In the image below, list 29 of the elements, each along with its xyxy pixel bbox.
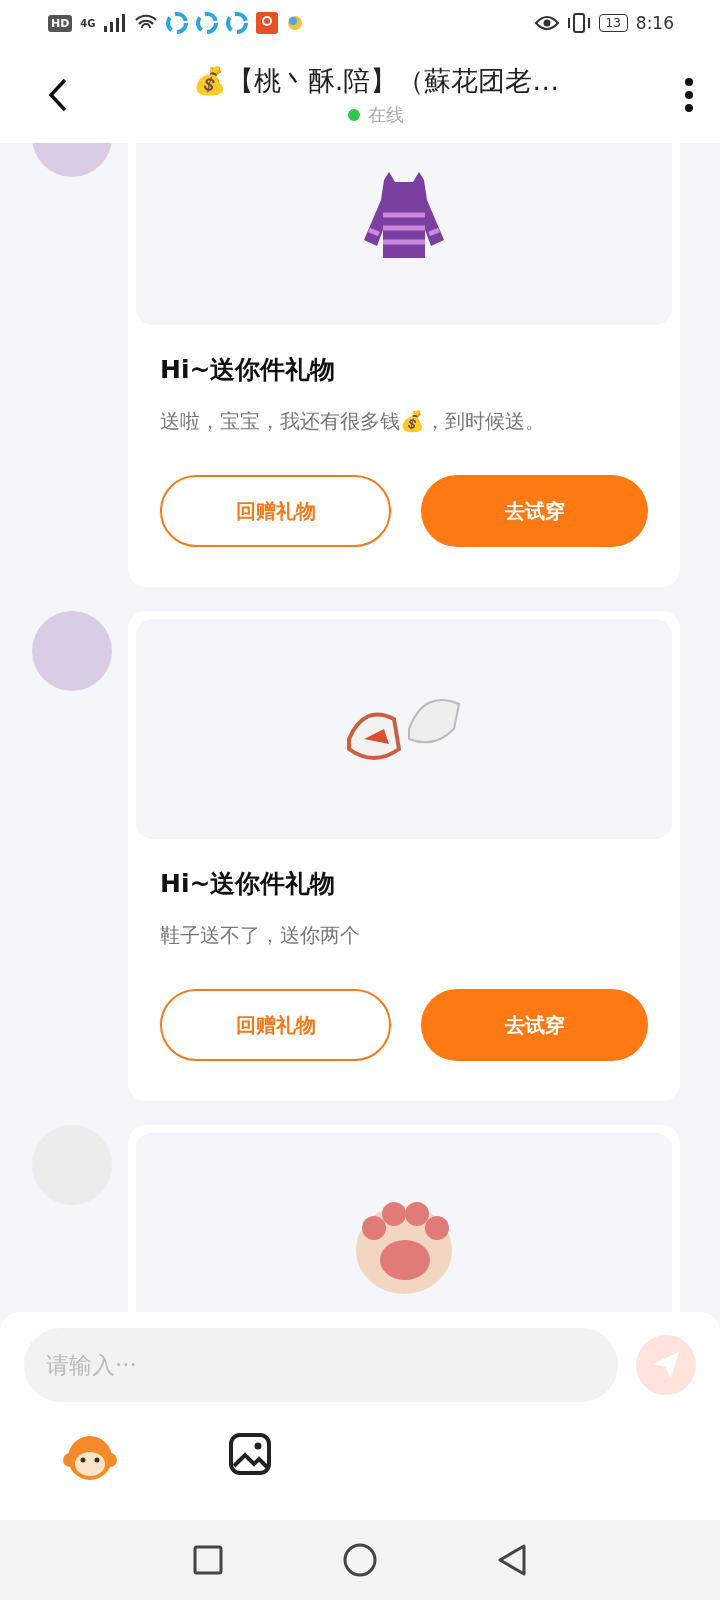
signal-icon bbox=[103, 14, 126, 32]
recent-apps-icon[interactable] bbox=[193, 1545, 223, 1575]
app-notification-icon bbox=[195, 12, 218, 34]
clock-time: 8:16 bbox=[635, 13, 674, 33]
return-gift-button[interactable]: 回赠礼物 bbox=[160, 475, 391, 547]
online-status: 在线 bbox=[368, 102, 404, 127]
return-gift-button[interactable]: 回赠礼物 bbox=[160, 989, 391, 1061]
app-notification-icon bbox=[285, 14, 304, 32]
more-icon[interactable] bbox=[684, 77, 694, 112]
battery-level: 13 bbox=[598, 14, 628, 32]
network-type: 4G bbox=[80, 17, 96, 29]
vibrate-icon bbox=[566, 13, 591, 33]
send-icon bbox=[651, 1350, 681, 1380]
gift-title: Hi~送你件礼物 bbox=[160, 868, 337, 900]
gift-message: 送啦，宝宝，我还有很多钱💰，到时候送。 bbox=[160, 408, 546, 435]
app-notification-icon bbox=[255, 12, 278, 34]
app-notification-icon bbox=[165, 12, 188, 34]
try-on-button[interactable]: 去试穿 bbox=[421, 989, 648, 1061]
home-icon[interactable] bbox=[343, 1543, 377, 1577]
image-icon[interactable] bbox=[228, 1432, 272, 1476]
try-on-button[interactable]: 去试穿 bbox=[421, 475, 648, 547]
back-nav-icon[interactable] bbox=[497, 1544, 527, 1576]
chat-title: 💰【桃丶酥.陪】（蘇花团老… bbox=[192, 63, 560, 98]
eye-icon bbox=[534, 15, 559, 31]
app-notification-icon bbox=[225, 12, 248, 34]
back-icon[interactable] bbox=[48, 77, 68, 112]
gift-message: 鞋子送不了，送你两个 bbox=[160, 922, 361, 949]
hd-indicator: HD bbox=[48, 14, 73, 32]
gift-title: Hi~送你件礼物 bbox=[160, 354, 337, 386]
